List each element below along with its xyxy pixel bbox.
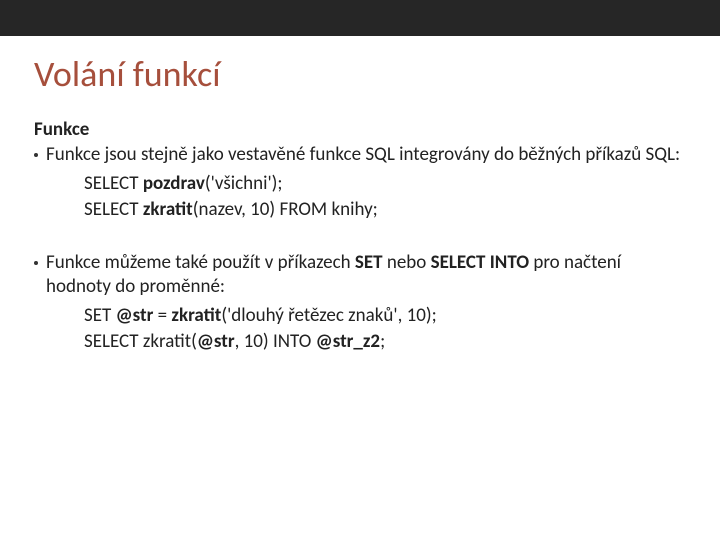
code-text: ('všichni');: [205, 172, 283, 195]
section-funkce: Funkce Funkce jsou stejně jako vestavěné…: [34, 118, 686, 223]
code-text: , 10) INTO: [235, 330, 316, 353]
code-keyword: pozdrav: [143, 172, 205, 195]
code-var: @str: [197, 330, 235, 353]
bullet-icon: [34, 153, 38, 157]
code-text: SELECT zkratit(: [84, 330, 197, 353]
code-line: SET @str = zkratit('dlouhý řetězec znaků…: [84, 303, 686, 329]
section-heading: Funkce: [34, 118, 686, 141]
text: Funkce můžeme také použít v příkazech: [46, 251, 355, 274]
bullet-text: Funkce můžeme také použít v příkazech SE…: [46, 251, 686, 300]
code-text: (nazev, 10) FROM knihy;: [193, 198, 378, 221]
code-var: @str_z2: [316, 330, 380, 353]
keyword: SELECT INTO: [431, 251, 529, 274]
bullet-item: Funkce můžeme také použít v příkazech SE…: [34, 251, 686, 304]
code-line: SELECT pozdrav('všichni');: [84, 171, 686, 197]
slide-content: Volání funkcí Funkce Funkce jsou stejně …: [0, 36, 720, 355]
code-keyword: zkratit: [171, 304, 221, 327]
code-line: SELECT zkratit(@str, 10) INTO @str_z2;: [84, 329, 686, 355]
bullet-item: Funkce jsou stejně jako vestavěné funkce…: [34, 143, 686, 171]
code-text: SET: [84, 304, 116, 327]
code-line: SELECT zkratit(nazev, 10) FROM knihy;: [84, 197, 686, 223]
slide-title: Volání funkcí: [34, 52, 686, 96]
keyword: SET: [355, 251, 383, 274]
code-text: ;: [380, 330, 385, 353]
bullet-icon: [34, 261, 38, 265]
text: nebo: [383, 251, 431, 274]
code-text: ('dlouhý řetězec znaků', 10);: [221, 304, 436, 327]
bullet-text: Funkce jsou stejně jako vestavěné funkce…: [46, 143, 680, 167]
title-bar: [0, 0, 720, 36]
code-text: SELECT: [84, 172, 143, 195]
code-text: =: [153, 304, 171, 327]
code-var: @str: [116, 304, 154, 327]
code-text: SELECT: [84, 198, 143, 221]
section-set-select: Funkce můžeme také použít v příkazech SE…: [34, 251, 686, 355]
code-keyword: zkratit: [143, 198, 193, 221]
